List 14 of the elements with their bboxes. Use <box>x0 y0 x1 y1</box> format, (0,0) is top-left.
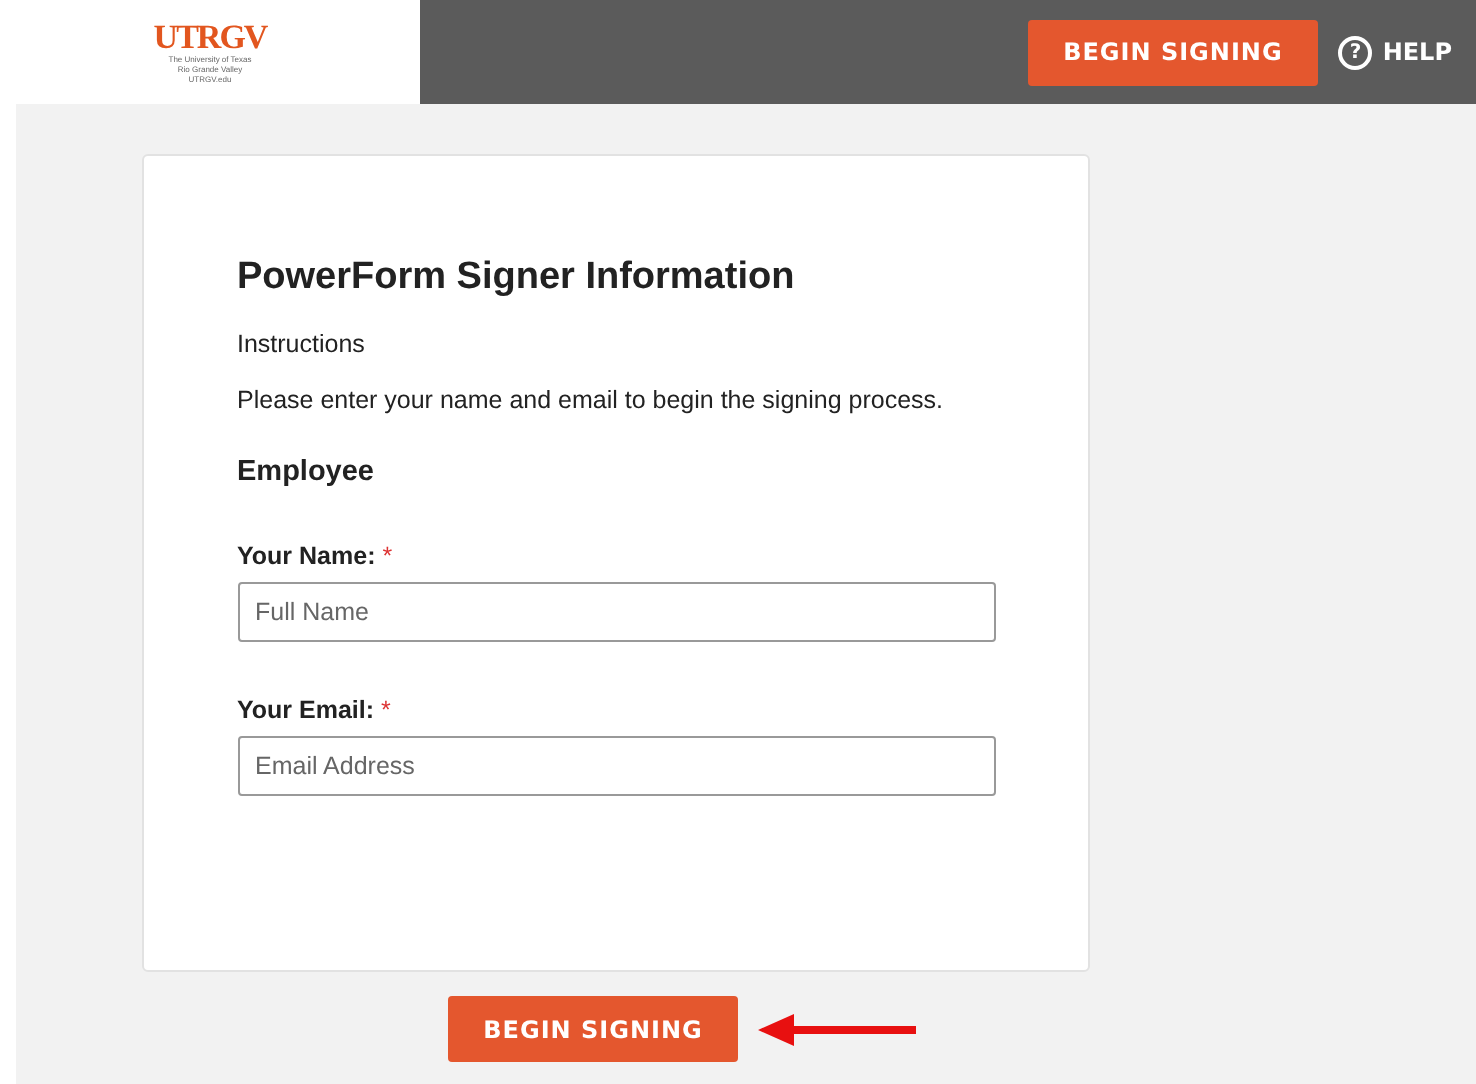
field-label: Your Email: * <box>237 696 393 724</box>
help-icon: ? <box>1338 35 1373 69</box>
input-field[interactable]: Full Name <box>237 582 995 642</box>
field-label: Your Name: * <box>237 542 395 570</box>
instructions-label: Instructions <box>237 330 367 358</box>
form-title: PowerForm Signer Information <box>237 256 797 300</box>
section-heading: Employee <box>237 456 376 488</box>
begin-signing-button[interactable]: BEGIN SIGNING <box>1027 19 1319 85</box>
logo-wordmark: UTRGV <box>153 20 267 54</box>
instructions-text: Please enter your name and email to begin the signing process. <box>237 386 945 414</box>
input-field[interactable]: Email Address <box>237 736 995 796</box>
begin-signing-button[interactable]: BEGIN SIGNING <box>447 996 739 1062</box>
arrow-icon <box>758 1013 919 1045</box>
help-button[interactable]: ? HELP <box>1338 35 1452 69</box>
